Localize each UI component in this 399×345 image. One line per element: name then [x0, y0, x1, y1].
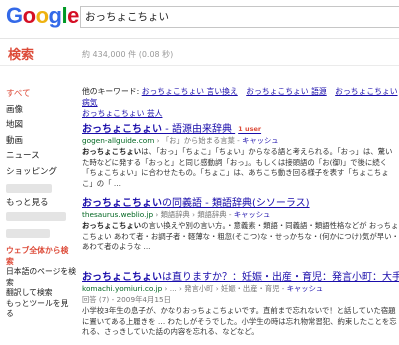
- result-domain: komachi.yomiuri.co.jp: [82, 284, 163, 293]
- sidebar-web-all[interactable]: ウェブ全体から検索: [6, 246, 76, 267]
- sidebar-search-tools: ウェブ全体から検索 日本語のページを検索 翻訳して検索 もっとツールを見る: [6, 246, 76, 320]
- sidebar-item-news[interactable]: ニュース: [6, 149, 74, 165]
- header: Google おっちょこちょい: [0, 0, 399, 36]
- result-url: komachi.yomiuri.co.jp › ... › 発言小町 › 妊娠・…: [82, 284, 399, 294]
- search-label: 検索: [8, 48, 35, 63]
- result-cache-link[interactable]: キャッシュ: [234, 210, 270, 219]
- result-title-text: の同義語 - 類語辞典(シソーラス): [162, 198, 310, 209]
- result-snippet: 小学校3年生の息子が、かなりおっちょこちょいです。直前まで忘れないで！と話してい…: [82, 306, 397, 337]
- result-title-link[interactable]: おっちょこちょいの同義語 - 類語辞典(シソーラス): [82, 194, 399, 209]
- related-keyword-link[interactable]: おっちょこちょい 語源: [246, 87, 326, 96]
- result-breadcrumb: › 類語辞典 › 類語辞典 -: [153, 210, 234, 219]
- result-date: 回答 (7) - 2009年4月15日: [82, 295, 171, 304]
- result-domain: gogen-allguide.com: [82, 136, 155, 145]
- google-logo[interactable]: Google: [6, 3, 79, 29]
- sidebar-blurred-link[interactable]: [6, 229, 50, 238]
- result-snippet: おっちょこちょいの言い換えや別の言い方。・意義素・類語・同義語・類語性格などが …: [82, 221, 399, 253]
- logo-letter: e: [67, 3, 79, 28]
- search-result: おっちょこちょいは直りますか？：妊娠・出産・育児：発言小町：大手小... kom…: [82, 268, 399, 338]
- stats-band: [0, 39, 399, 64]
- logo-letter: o: [35, 3, 49, 28]
- result-snippet: おっちょこちょいは、「おっ」「ちょこ」「ちょい」からなる語と考えられる。「おっ」…: [82, 147, 399, 189]
- result-stats: 約 434,000 件 (0.08 秒): [82, 50, 174, 59]
- result-title-text: は直りますか？：妊娠・出産・育児：発言小町：大手小...: [162, 272, 399, 283]
- result-title-text: - 語源由来辞典: [162, 124, 232, 135]
- sidebar-item-more[interactable]: もっと見る: [6, 196, 74, 212]
- result-breadcrumb: › 「お」から始まる言葉 -: [154, 136, 243, 145]
- stats-divider: [0, 65, 399, 66]
- sidebar-more-tools[interactable]: もっとツールを見る: [6, 299, 76, 320]
- sidebar-item-maps[interactable]: 地図: [6, 118, 74, 134]
- result-badge: 1 user: [238, 125, 262, 133]
- result-url: thesaurus.weblio.jp › 類語辞典 › 類語辞典 - キャッシ…: [82, 210, 399, 220]
- logo-letter: G: [6, 3, 23, 28]
- sidebar-item-images[interactable]: 画像: [6, 103, 74, 119]
- related-keyword-link[interactable]: おっちょこちょい 芸人: [82, 109, 162, 118]
- sidebar-blurred-link[interactable]: [6, 212, 66, 221]
- search-result: おっちょこちょいの同義語 - 類語辞典(シソーラス) thesaurus.web…: [82, 194, 399, 253]
- result-title-link[interactable]: おっちょこちょいは直りますか？：妊娠・出産・育児：発言小町：大手小...: [82, 268, 399, 283]
- related-keywords: 他のキーワード: おっちょこちょい 言い換え おっちょこちょい 語源 おっちょこ…: [82, 86, 399, 119]
- result-url: gogen-allguide.com › 「お」から始まる言葉 - キャッシュ: [82, 136, 399, 146]
- result-title-keyword: おっちょこちょい: [82, 272, 162, 283]
- sidebar-item-all[interactable]: すべて: [6, 87, 74, 103]
- related-keyword-link[interactable]: おっちょこちょい 言い換え: [142, 87, 238, 96]
- result-snippet-keyword: おっちょこちょい: [82, 221, 142, 230]
- sidebar-translated[interactable]: 翻訳して検索: [6, 288, 76, 299]
- logo-letter: o: [22, 3, 36, 28]
- result-snippet-keyword: おっちょこちょい: [82, 147, 142, 156]
- sidebar-japanese-only[interactable]: 日本語のページを検索: [6, 267, 76, 288]
- result-cache-link[interactable]: キャッシュ: [242, 136, 278, 145]
- result-domain: thesaurus.weblio.jp: [82, 210, 154, 219]
- result-cache-link[interactable]: キャッシュ: [287, 284, 323, 293]
- related-keywords-label: 他のキーワード:: [82, 87, 140, 96]
- search-result: おっちょこちょい - 語源由来辞典 1 user gogen-allguide.…: [82, 120, 399, 189]
- logo-letter: g: [48, 3, 62, 28]
- sidebar-item-videos[interactable]: 動画: [6, 134, 74, 150]
- result-title-link[interactable]: おっちょこちょい - 語源由来辞典 1 user: [82, 120, 399, 135]
- result-breadcrumb: › ... › 発言小町 › 妊娠・出産・育児 -: [162, 284, 287, 293]
- sidebar-item-shopping[interactable]: ショッピング: [6, 165, 74, 181]
- sidebar-blurred-link[interactable]: [6, 184, 52, 193]
- result-title-keyword: おっちょこちょい: [82, 124, 162, 135]
- result-title-keyword: おっちょこちょい: [82, 198, 162, 209]
- search-input[interactable]: おっちょこちょい: [80, 6, 399, 28]
